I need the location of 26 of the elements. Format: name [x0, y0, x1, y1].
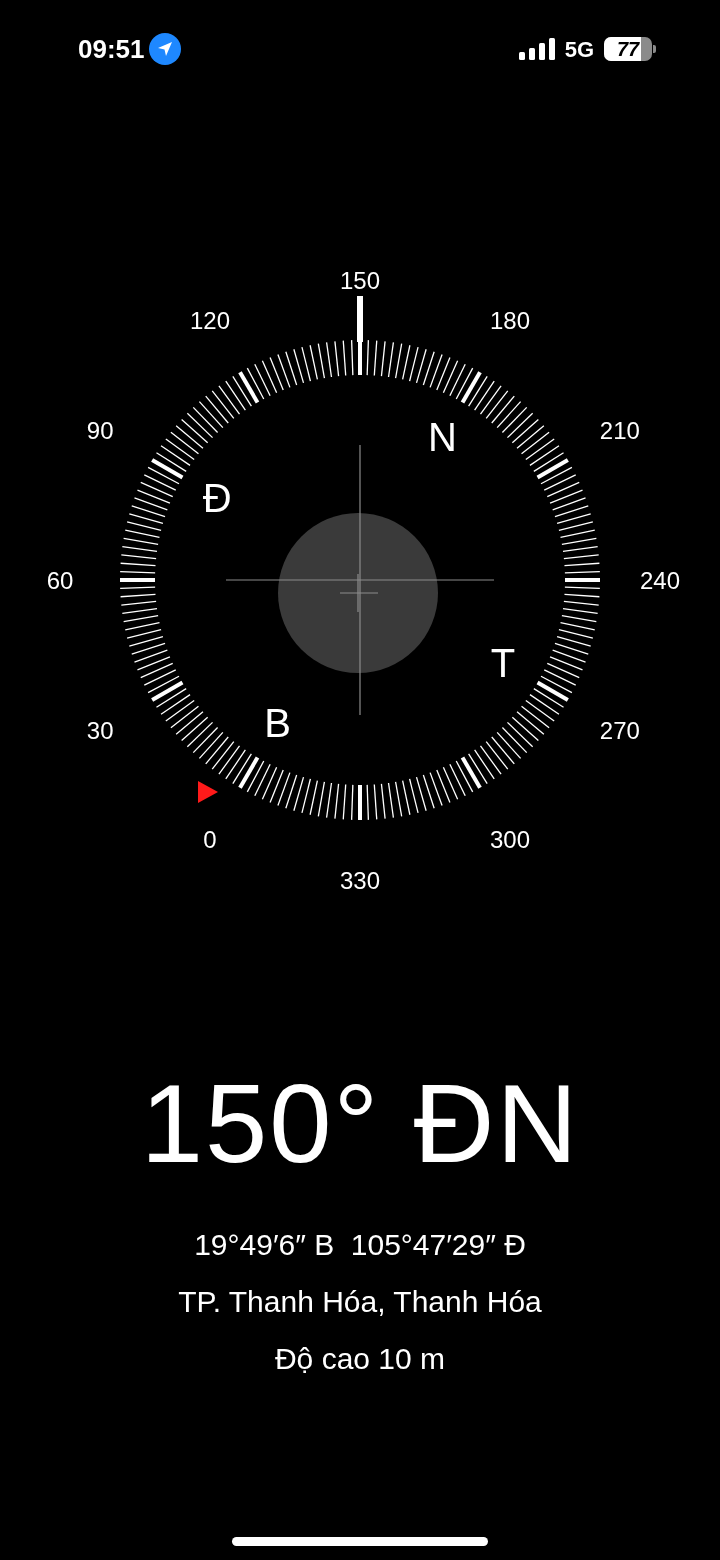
north-marker-icon — [198, 780, 218, 803]
degree-label: 30 — [86, 716, 114, 744]
degree-label: 150 — [340, 266, 380, 294]
degree-label: 330 — [340, 866, 380, 894]
degree-label: 0 — [203, 826, 217, 854]
location-icon — [148, 33, 181, 65]
degree-label: 60 — [46, 566, 74, 594]
degree-label: 270 — [599, 716, 640, 744]
location-text: TP. Thanh Hóa, Thanh Hóa — [178, 1284, 542, 1320]
cardinal-label: Đ — [202, 475, 232, 520]
coordinates-text: 19°49′6″ B 105°47′29″ Đ — [194, 1227, 526, 1263]
heading-reading: 150° ĐN — [140, 1068, 580, 1180]
degree-label: 180 — [490, 306, 530, 334]
cardinal-label: T — [490, 640, 516, 685]
degree-label: 90 — [86, 416, 114, 444]
heading-indicator — [357, 296, 363, 342]
status-time: 09:51 — [78, 32, 145, 66]
network-label: 5G — [564, 35, 594, 64]
degree-label: 300 — [490, 826, 530, 854]
signal-icon — [518, 38, 555, 60]
degree-label: 120 — [190, 306, 230, 334]
cardinal-label: B — [264, 700, 291, 745]
cardinal-label: N — [428, 415, 457, 460]
degree-label: 240 — [640, 566, 680, 594]
altitude-text: Độ cao 10 m — [274, 1341, 446, 1377]
degree-label: 210 — [599, 416, 640, 444]
